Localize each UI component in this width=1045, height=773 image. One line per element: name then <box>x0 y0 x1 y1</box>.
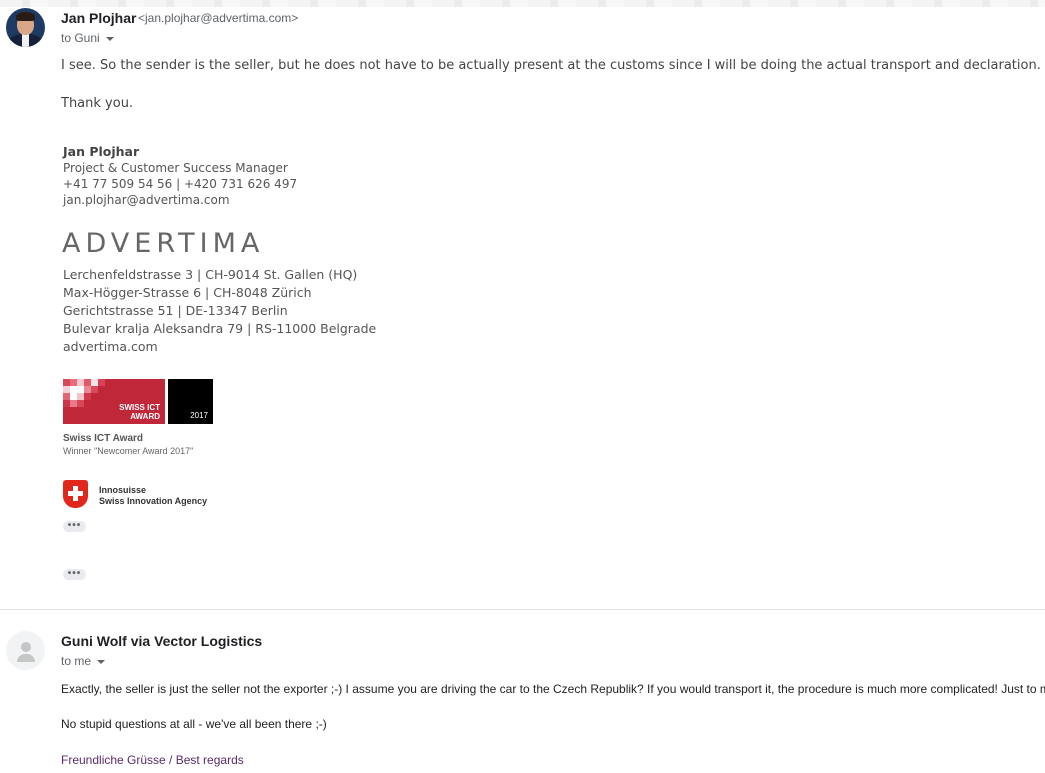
message-body-line: No stupid questions at all - we've all b… <box>61 717 327 731</box>
award-badge-text: SWISS ICT AWARD <box>119 403 160 421</box>
recipient-details[interactable]: to Guni <box>61 31 114 45</box>
address-line: Max-Högger-Strasse 6 | CH-8048 Zürich <box>63 285 312 300</box>
message-divider <box>0 609 1045 610</box>
person-icon <box>21 642 31 652</box>
address-line: Bulevar kralja Aleksandra 79 | RS-11000 … <box>63 321 377 336</box>
award-badge-line: SWISS ICT <box>119 403 160 412</box>
award-subcaption: Winner "Newcomer Award 2017" <box>63 446 194 456</box>
recipient-details[interactable]: to me <box>61 654 106 668</box>
message-body-line: I see. So the sender is the seller, but … <box>61 58 1041 73</box>
address-list: Lerchenfeldstrasse 3 | CH-9014 St. Galle… <box>63 266 376 356</box>
to-label: to Guni <box>61 31 100 45</box>
sender-avatar[interactable] <box>6 8 45 47</box>
sender-email: <jan.plojhar@advertima.com> <box>138 11 299 25</box>
sender-name[interactable]: Jan Plojhar <box>61 10 136 26</box>
website-link[interactable]: advertima.com <box>63 338 376 356</box>
avatar-hair <box>16 12 35 21</box>
signature-phones: +41 77 509 54 56 | +420 731 626 497 <box>63 177 298 191</box>
award-caption: Swiss ICT Award <box>63 433 144 444</box>
signature-block: Jan Plojhar Project & Customer Success M… <box>63 144 297 208</box>
signature-name: Jan Plojhar <box>63 144 140 159</box>
innosuisse-name: Innosuisse <box>99 485 147 495</box>
award-year: 2017 <box>190 411 208 420</box>
sender-name[interactable]: Guni Wolf via Vector Logistics <box>61 633 262 649</box>
swiss-cross-icon[interactable] <box>63 480 88 508</box>
show-trimmed-content-button[interactable]: ••• <box>63 569 86 580</box>
award-badge-line: AWARD <box>130 412 160 421</box>
award-year-badge: 2017 <box>168 379 213 424</box>
chevron-down-icon[interactable] <box>97 659 106 664</box>
signature-role: Project & Customer Success Manager <box>63 161 288 175</box>
avatar-shirt <box>22 34 29 47</box>
advertima-logo[interactable]: ADVERTIMA <box>62 228 264 259</box>
message-body-line: Thank you. <box>61 96 134 111</box>
sender-avatar-placeholder[interactable] <box>6 631 45 670</box>
address-line: Lerchenfeldstrasse 3 | CH-9014 St. Galle… <box>63 267 358 282</box>
signature-email[interactable]: jan.plojhar@advertima.com <box>63 192 297 208</box>
swiss-ict-award-badge[interactable]: SWISS ICT AWARD <box>63 379 165 424</box>
chevron-down-icon[interactable] <box>105 36 114 41</box>
to-label: to me <box>61 654 92 668</box>
show-trimmed-content-button[interactable]: ••• <box>63 521 86 532</box>
signature-regards: Freundliche Grüsse / Best regards <box>61 753 244 767</box>
innosuisse-tagline: Swiss Innovation Agency <box>99 496 208 506</box>
message-body-line: Exactly, the seller is just the seller n… <box>61 682 1045 696</box>
address-line: Gerichtstrasse 51 | DE-13347 Berlin <box>63 303 288 318</box>
message-1: Jan Plojhar <jan.plojhar@advertima.com> … <box>0 0 1045 610</box>
